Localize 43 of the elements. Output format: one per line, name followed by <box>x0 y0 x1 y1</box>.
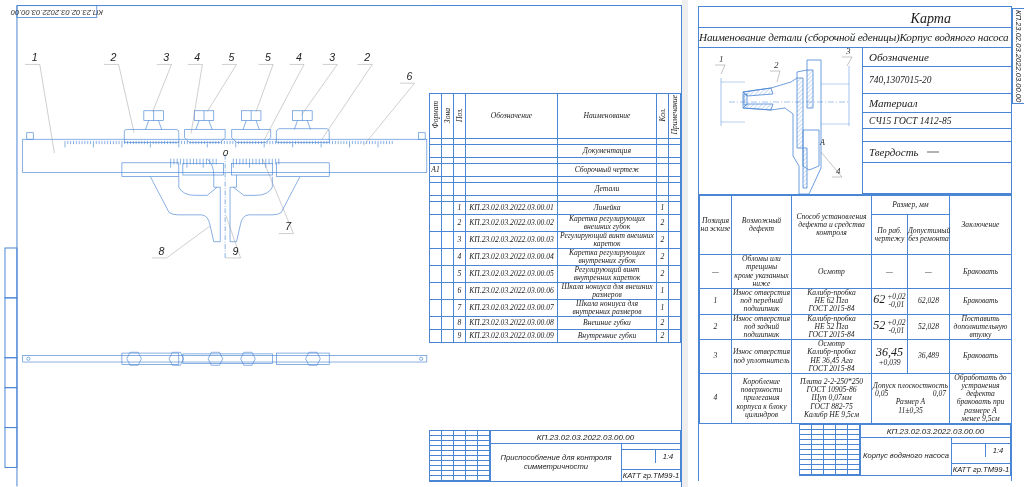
callout-number: 5 <box>265 51 271 64</box>
leader-line <box>152 64 172 112</box>
field-value: СЧ15 ГОСТ 1412-85 <box>869 115 952 126</box>
leader-line <box>841 57 853 67</box>
field-label: Твердость <box>869 146 919 159</box>
leader-line <box>363 82 415 146</box>
size-value: 62 <box>873 292 886 307</box>
callout-number: 3 <box>163 51 170 64</box>
scale-zero-label: 0 <box>222 147 229 159</box>
document-code: КП.23.02.03.2022.03.00.00 <box>491 431 680 444</box>
leader-line <box>187 64 203 134</box>
callout-number: 7 <box>285 220 292 233</box>
callout-number: 3 <box>329 51 336 64</box>
callout-number: 4 <box>194 51 201 64</box>
leader-line <box>103 64 135 133</box>
callout-number: 8 <box>158 244 165 257</box>
document-code: КП.23.02.03.2022.03.00.00 <box>861 425 1010 438</box>
leader-line <box>225 215 241 259</box>
leader-line <box>714 65 726 75</box>
field-label: Обозначение <box>869 51 929 64</box>
callout-number: 5 <box>228 51 235 64</box>
size-value: 52 <box>873 317 886 332</box>
field-value: 740,1307015-20 <box>869 75 932 86</box>
callout-number: 3 <box>846 48 851 57</box>
callout-number: 2 <box>774 60 779 71</box>
leader-line <box>820 152 843 178</box>
callout-number: 1 <box>31 51 38 64</box>
callout-number: 1 <box>719 54 724 65</box>
callout-number: 2 <box>364 51 371 64</box>
callout-number: 4 <box>295 51 302 64</box>
card-title: Карта <box>699 7 1011 28</box>
callout-number: 2 <box>110 51 117 64</box>
leader-line <box>769 71 781 83</box>
section-mark: А <box>820 138 825 148</box>
size-value: 36,45 <box>876 344 903 359</box>
leader-line <box>207 64 237 112</box>
callout-number: 9 <box>232 244 239 257</box>
callout-number: 6 <box>406 69 413 82</box>
leader-line <box>151 226 210 259</box>
callout-number: 4 <box>836 166 841 177</box>
part-name: Наименование детали (сборочной еденицы)Корпус водяного насоса <box>699 27 1011 49</box>
field-label: Материал <box>869 97 918 110</box>
dash-mark <box>926 151 939 154</box>
